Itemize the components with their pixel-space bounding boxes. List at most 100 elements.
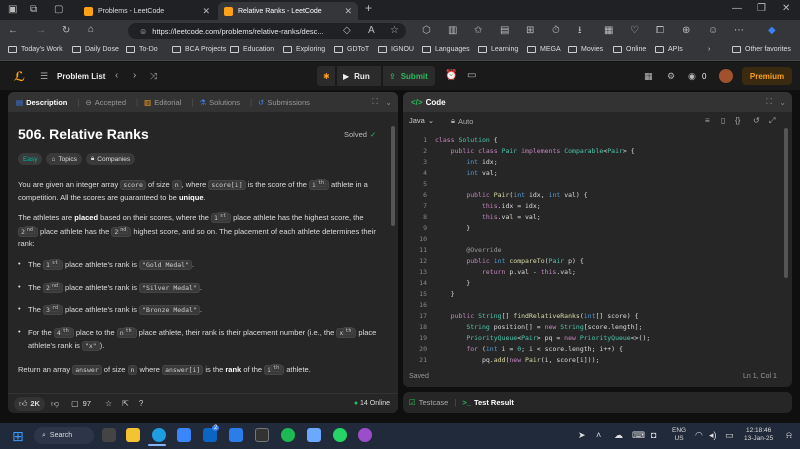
terminal-icon[interactable] [255, 428, 269, 442]
bookmark-folder[interactable]: IGNOU [378, 46, 414, 53]
timer-icon[interactable]: ⏰ [445, 70, 457, 81]
tab-solutions[interactable]: ⚗ Solutions [199, 98, 240, 107]
random-problem-icon[interactable]: ⤨ [150, 71, 157, 82]
favorite-star-icon[interactable]: ☆ [390, 26, 399, 36]
browser-essentials-icon[interactable]: ♡ [630, 26, 639, 36]
submit-button[interactable]: ⇪ Submit [383, 66, 435, 86]
tab-relative-ranks[interactable]: Relative Ranks - LeetCode ✕ [218, 2, 358, 20]
close-window-icon[interactable]: ✕ [782, 4, 790, 14]
forward-icon[interactable]: → [36, 26, 46, 36]
media-player-icon[interactable] [358, 428, 372, 442]
task-view-icon[interactable] [102, 428, 116, 442]
battery-icon[interactable]: ▭ [725, 430, 734, 441]
tab-actions-icon[interactable]: ▢ [54, 5, 63, 15]
windows-start-icon[interactable]: ⊞ [12, 428, 24, 445]
extension-icon[interactable]: ⬡ [422, 26, 431, 36]
next-problem-icon[interactable]: › [133, 70, 136, 81]
site-info-icon[interactable]: ⊜ [140, 27, 146, 36]
tab-problems[interactable]: Problems - LeetCode ✕ [78, 2, 216, 20]
home-icon[interactable]: ⌂ [88, 25, 94, 35]
tab-accepted[interactable]: ⊖ Accepted [85, 98, 126, 107]
bookmark-folder[interactable]: Education [230, 46, 274, 53]
reset-icon[interactable]: ↺ [753, 116, 760, 125]
tab-submissions[interactable]: ↺ Submissions [258, 98, 310, 107]
layout-grid-icon[interactable]: ▦ [644, 71, 653, 82]
scrollbar[interactable] [784, 128, 788, 278]
spotify-icon[interactable] [281, 428, 295, 442]
split-screen-icon[interactable]: ▥ [448, 26, 457, 36]
braces-icon[interactable]: {} [735, 116, 740, 125]
bookmark-folder[interactable]: APIs [655, 46, 683, 53]
refresh-icon[interactable]: ↻ [62, 26, 70, 36]
extensions-icon[interactable]: ⧠ [656, 26, 664, 36]
help-icon[interactable]: ? [139, 399, 143, 408]
file-explorer-icon[interactable] [126, 428, 140, 442]
other-favorites-folder[interactable]: Other favorites [732, 46, 791, 53]
avatar[interactable] [719, 69, 733, 83]
close-tab-icon[interactable]: ✕ [202, 6, 210, 17]
problem-list-link[interactable]: Problem List [57, 72, 105, 81]
auto-mode[interactable]: 🔒︎ Auto [451, 116, 473, 126]
settings-menu-icon[interactable]: ⋯ [734, 26, 744, 36]
vscode-icon[interactable] [229, 428, 243, 442]
scrollbar[interactable] [391, 126, 395, 226]
back-icon[interactable]: ← [8, 26, 18, 36]
language-select[interactable]: Java ⌄ [409, 116, 434, 125]
premium-button[interactable]: Premium [742, 67, 792, 85]
maximize-panel-icon[interactable]: ⛶ [766, 97, 772, 107]
leetcode-logo-icon[interactable]: ℒ [14, 69, 25, 85]
edge-browser-icon[interactable] [152, 428, 166, 442]
notifications-bell-icon[interactable]: ⍾ [786, 430, 792, 441]
code-editor[interactable]: 1 class Solution { 2 public class Pair im… [403, 128, 783, 364]
input-language[interactable]: ENG US [672, 427, 686, 443]
format-icon[interactable]: ≡ [705, 116, 710, 125]
bookmark-folder[interactable]: Today's Work [8, 46, 63, 53]
share-icon[interactable]: ⇱ [122, 399, 129, 408]
bookmark-folder[interactable]: Movies [568, 46, 603, 53]
close-tab-icon[interactable]: ✕ [344, 6, 352, 17]
debug-button[interactable]: ✱ [317, 66, 335, 86]
favorites-icon[interactable]: ✩ [474, 26, 482, 36]
bookmark-folder[interactable]: Daily Dose [72, 46, 119, 53]
bookmark-folder[interactable]: GDToT [334, 46, 369, 53]
store-icon[interactable] [177, 428, 191, 442]
wifi-icon[interactable]: ◠ [695, 430, 703, 441]
settings-gear-icon[interactable]: ⚙ [667, 71, 675, 82]
new-tab-button[interactable]: + [365, 2, 372, 14]
clock[interactable]: 12:18:46 13-Jan-25 [744, 427, 773, 443]
maximize-icon[interactable]: ❐ [757, 4, 766, 14]
thumbs-down-icon[interactable]: 👎︎ [51, 399, 59, 409]
whatsapp-icon[interactable] [333, 428, 347, 442]
url-input[interactable]: ⊜ https://leetcode.com/problems/relative… [128, 23, 406, 39]
show-hidden-icons-icon[interactable]: ˄ [596, 430, 601, 440]
workspaces-icon[interactable]: ⧉ [30, 5, 37, 15]
comment-icon[interactable]: ▢ [71, 399, 79, 408]
notepad-icon[interactable] [307, 428, 321, 442]
companies-chip[interactable]: 🔒︎ Companies [85, 153, 136, 165]
collapse-panel-icon[interactable]: ⌄ [385, 98, 392, 107]
bookmark-folder[interactable]: BCA Projects [172, 46, 226, 53]
cloud-icon[interactable]: ☁ [614, 430, 623, 441]
bookmark-folder[interactable]: Exploring [283, 46, 325, 53]
taskbar-search[interactable]: ⌕ Search [34, 427, 94, 444]
feedback-icon[interactable]: ☺ [708, 26, 718, 36]
bookmark-icon[interactable]: ▯ [721, 116, 725, 125]
tab-editorial[interactable]: ▥ Editorial [144, 98, 181, 107]
like-button[interactable]: 👍︎ 2K [14, 396, 45, 411]
keyboard-icon[interactable]: ⌨ [632, 430, 645, 441]
history-icon[interactable]: ⏱ [552, 26, 560, 36]
camera-icon[interactable]: ◘ [651, 430, 656, 440]
bookmark-folder[interactable]: Online [613, 46, 646, 53]
collapse-panel-icon[interactable]: ⌄ [779, 98, 786, 107]
profile-icon[interactable]: ▣ [8, 5, 17, 15]
downloads-icon[interactable]: ⭳ [578, 26, 582, 36]
maximize-panel-icon[interactable]: ⛶ [372, 97, 378, 107]
collections-icon[interactable]: ⊞ [526, 26, 534, 36]
fullscreen-icon[interactable]: ⤢ [769, 116, 775, 126]
volume-icon[interactable]: ◂) [709, 430, 717, 441]
difficulty-chip[interactable]: Easy [18, 153, 43, 165]
read-aloud-icon[interactable]: A [368, 26, 375, 36]
notes-icon[interactable]: ▭ [467, 70, 476, 81]
extension-icon[interactable]: ◇ [343, 26, 351, 36]
prev-problem-icon[interactable]: ‹ [115, 70, 118, 81]
